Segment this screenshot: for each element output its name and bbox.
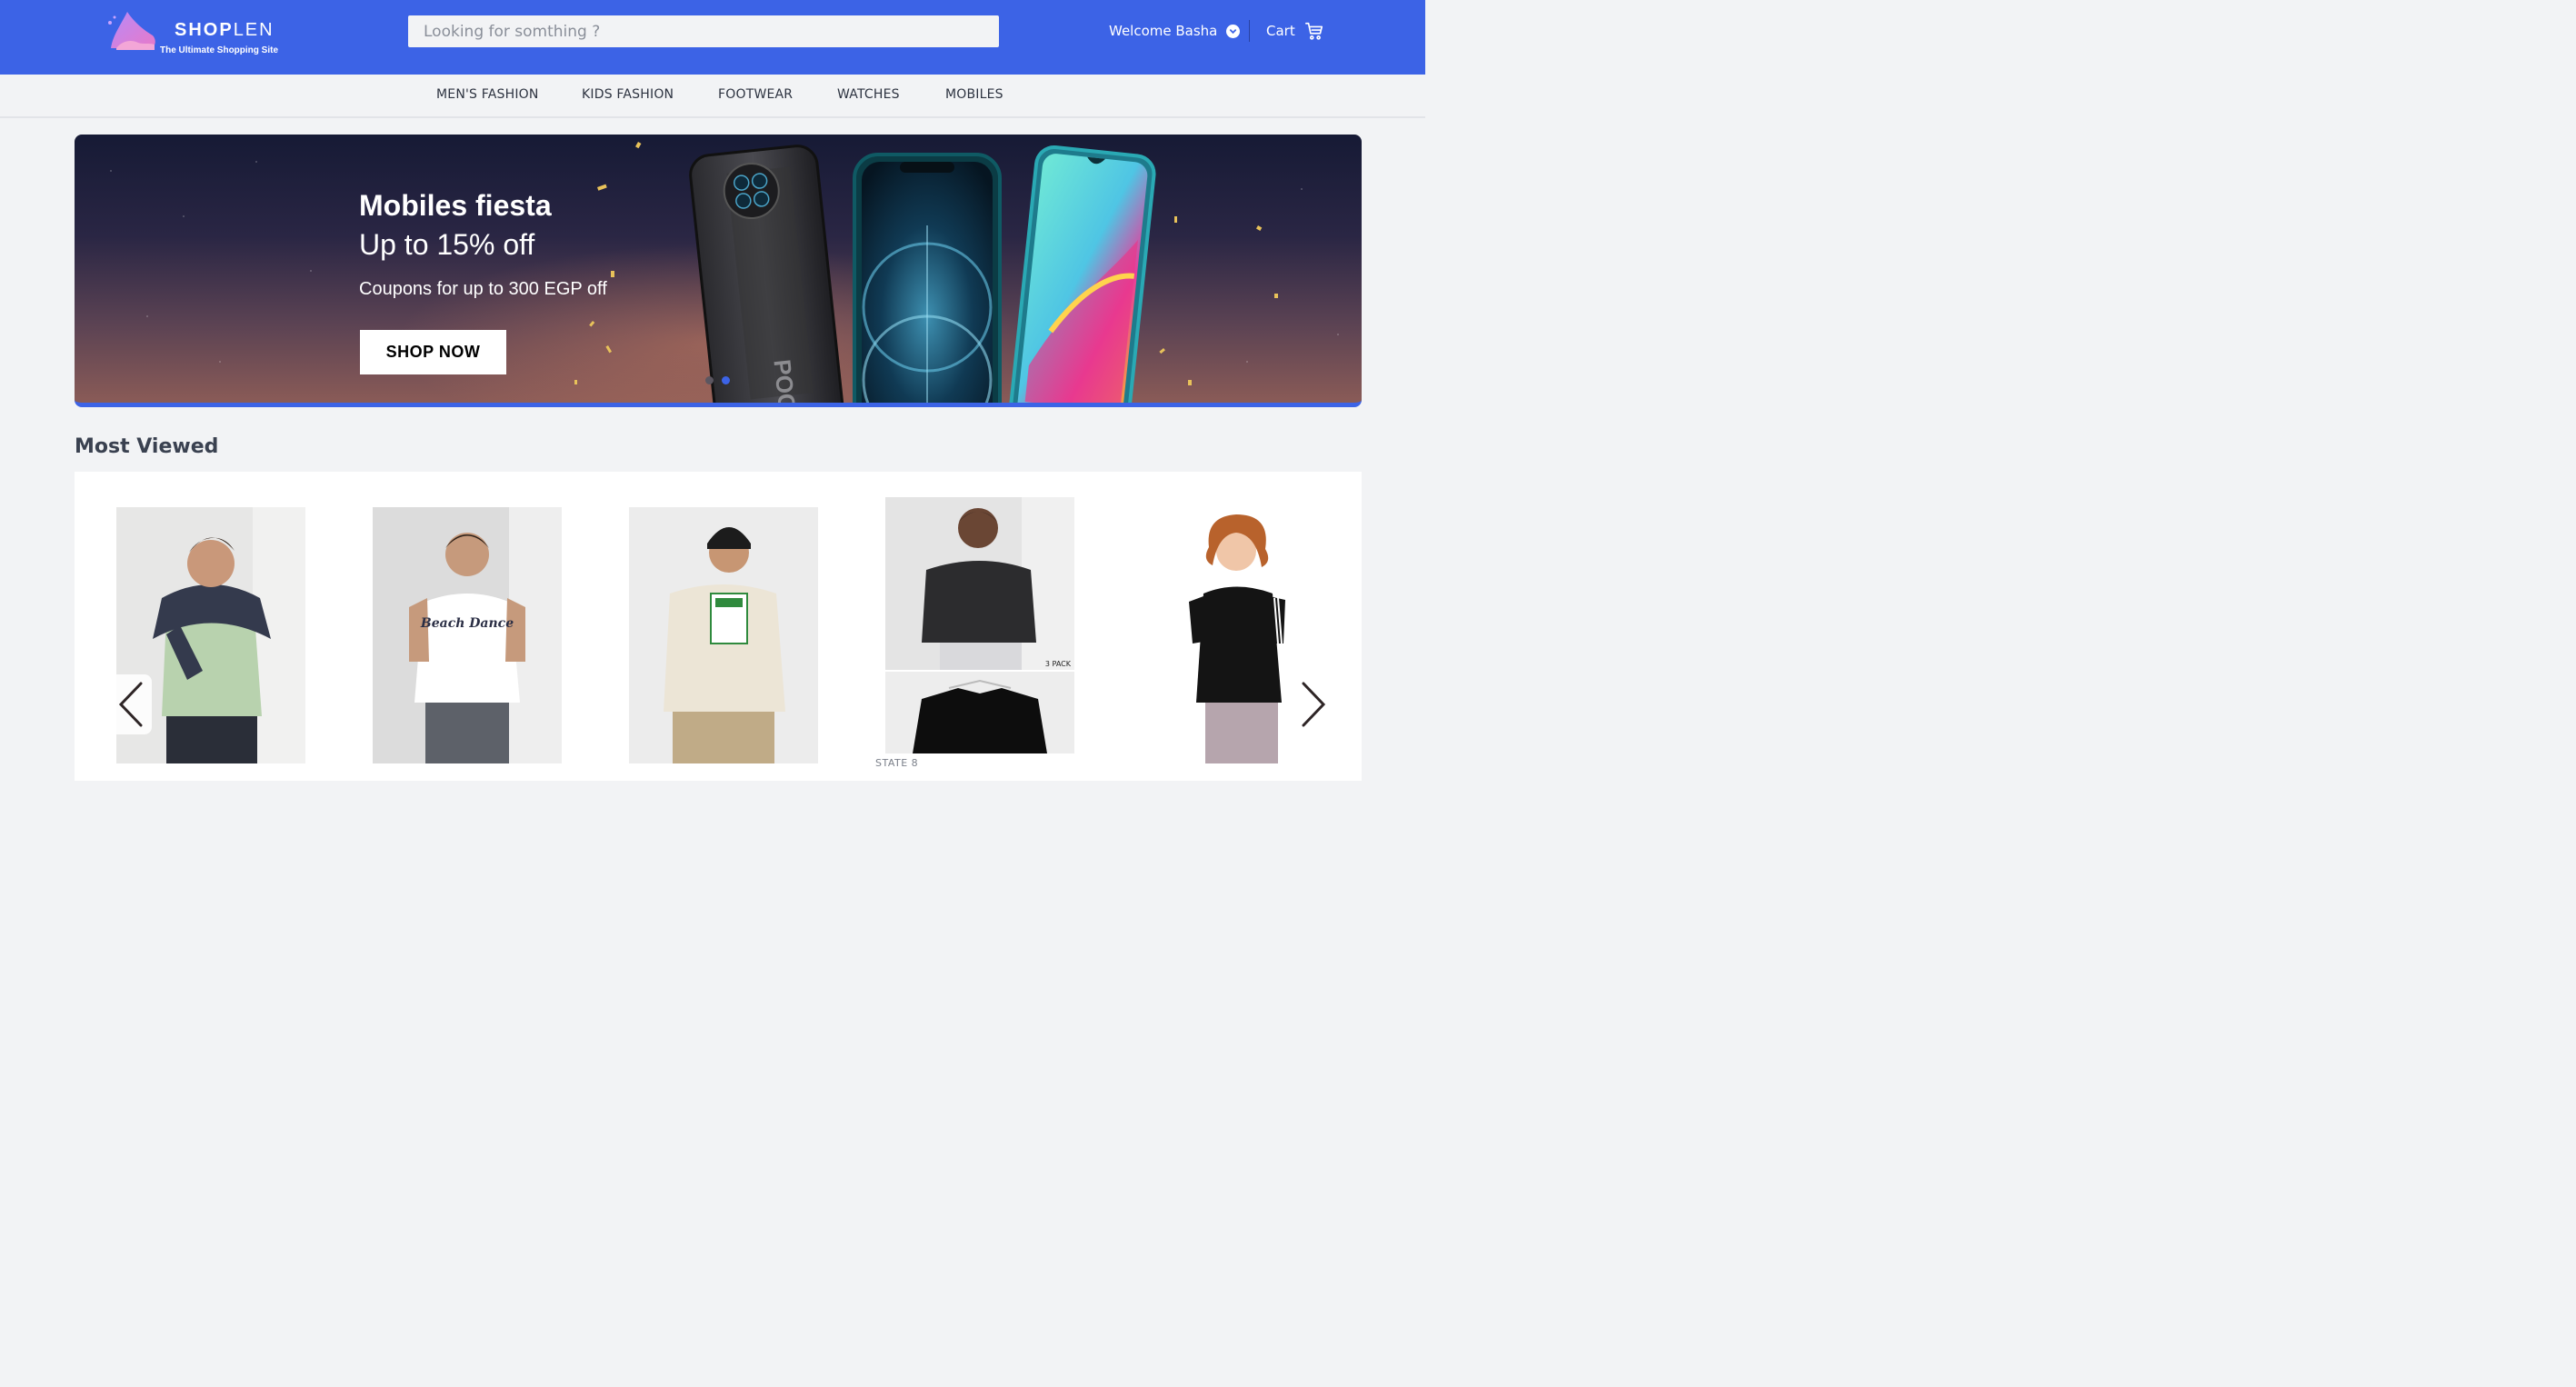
header-divider [1249,20,1250,42]
phones-illustration: POCO [689,145,1156,403]
banner-title: Mobiles fiesta [359,189,552,222]
most-viewed-title: Most Viewed [75,435,219,458]
infinix-phone [1008,145,1156,403]
chevron-down-icon [1226,24,1241,38]
promo-banner[interactable]: Mobiles fiesta Up to 15% off Coupons for… [75,135,1362,407]
logo-mark-icon [108,12,155,50]
category-kids-fashion[interactable]: KIDS FASHION [582,87,674,102]
logo-tagline: The Ultimate Shopping Site [160,45,279,55]
carousel-dots [705,376,730,384]
logo-name: SHOPLEN [175,20,275,40]
poco-phone: POCO [689,145,845,403]
shoplen-logo[interactable]: SHOPLEN The Ultimate Shopping Site [107,8,307,55]
chevron-right-icon [1302,682,1326,727]
svg-text:Beach Dance: Beach Dance [420,616,514,631]
banner-coupon-text: Coupons for up to 300 EGP off [359,279,607,299]
product-brand-4: STATE 8 [875,757,919,769]
user-greeting: Welcome Basha [1109,23,1218,39]
product-card-3[interactable] [629,507,818,763]
carousel-dot-2[interactable] [722,376,730,384]
banner-subtitle: Up to 15% off [359,228,535,261]
shop-now-button[interactable]: SHOP NOW [360,330,506,374]
category-footwear[interactable]: FOOTWEAR [718,87,793,102]
product-image [629,507,818,763]
chevron-left-icon [118,682,143,727]
category-watches[interactable]: WATCHES [837,87,900,102]
carousel-prev-button[interactable] [110,674,152,734]
svg-text:3 PACK: 3 PACK [1045,660,1072,668]
cart-label: Cart [1266,23,1295,39]
product-image: Beach Dance [373,507,562,763]
top-header: SHOPLEN The Ultimate Shopping Site Welco… [0,0,1425,75]
carousel-dot-1[interactable] [705,376,714,384]
product-card-2[interactable]: Beach Dance [373,507,562,763]
category-mobiles[interactable]: MOBILES [945,87,1003,102]
category-nav: MEN'S FASHION KIDS FASHION FOOTWEAR WATC… [0,75,1425,118]
search-input[interactable] [408,15,999,47]
product-image: 3 PACK [885,497,1074,753]
cart-icon [1304,22,1323,40]
user-menu[interactable]: Welcome Basha [1109,22,1241,40]
product-card-4[interactable]: 3 PACK [885,497,1074,753]
category-mens-fashion[interactable]: MEN'S FASHION [436,87,539,102]
cart-button[interactable]: Cart [1266,20,1324,42]
carousel-next-button[interactable] [1293,674,1334,734]
iphone-phone [853,153,1002,403]
